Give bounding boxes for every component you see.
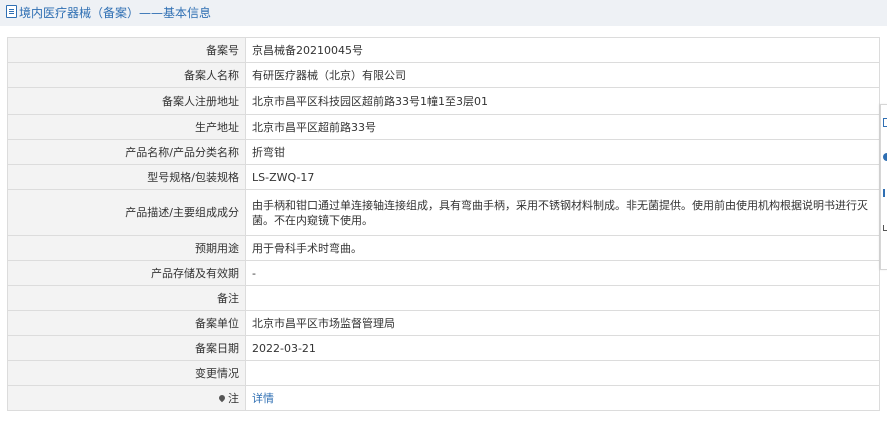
details-link[interactable]: 详情 bbox=[252, 392, 274, 405]
page-title: 境内医疗器械（备案）——基本信息 bbox=[6, 5, 211, 21]
row-value: 2022-03-21 bbox=[245, 335, 880, 361]
table-row: 预期用途 用于骨科手术时弯曲。 bbox=[7, 235, 880, 261]
row-label: 注 bbox=[228, 391, 239, 405]
page-header-bar: 境内医疗器械（备案）——基本信息 bbox=[0, 0, 887, 26]
table-row: 备案号 京昌械备20210045号 bbox=[7, 37, 880, 63]
table-row: 备案人名称 有研医疗器械（北京）有限公司 bbox=[7, 62, 880, 88]
table-row: 产品描述/主要组成成分 由手柄和钳口通过单连接轴连接组成，具有弯曲手柄，采用不锈… bbox=[7, 189, 880, 236]
row-label: 备案号 bbox=[7, 37, 246, 63]
row-label: 产品存储及有效期 bbox=[7, 260, 246, 286]
row-label: 预期用途 bbox=[7, 235, 246, 261]
row-value: 有研医疗器械（北京）有限公司 bbox=[245, 62, 880, 88]
side-top-icon[interactable] bbox=[883, 225, 887, 231]
row-label: 备案人名称 bbox=[7, 62, 246, 88]
table-row: 型号规格/包装规格 LS-ZWQ-17 bbox=[7, 164, 880, 190]
row-value bbox=[245, 285, 880, 311]
row-label: 备注 bbox=[7, 285, 246, 311]
table-row: 注 详情 bbox=[7, 385, 880, 411]
row-label: 备案单位 bbox=[7, 310, 246, 336]
pin-icon bbox=[217, 393, 227, 402]
side-document-icon[interactable] bbox=[883, 118, 887, 127]
document-icon bbox=[6, 5, 17, 18]
table-row: 备案单位 北京市昌平区市场监督管理局 bbox=[7, 310, 880, 336]
side-toolbar bbox=[880, 104, 887, 270]
row-label: 备案人注册地址 bbox=[7, 87, 246, 115]
row-value bbox=[245, 360, 880, 386]
row-value: 北京市昌平区市场监督管理局 bbox=[245, 310, 880, 336]
table-row: 产品存储及有效期 - bbox=[7, 260, 880, 286]
table-row: 生产地址 北京市昌平区超前路33号 bbox=[7, 114, 880, 140]
row-value: - bbox=[245, 260, 880, 286]
row-value: LS-ZWQ-17 bbox=[245, 164, 880, 190]
row-value: 由手柄和钳口通过单连接轴连接组成，具有弯曲手柄，采用不锈钢材料制成。非无菌提供。… bbox=[245, 189, 880, 236]
table-row: 备案人注册地址 北京市昌平区科技园区超前路33号1幢1至3层01 bbox=[7, 87, 880, 115]
table-row: 变更情况 bbox=[7, 360, 880, 386]
row-label: 生产地址 bbox=[7, 114, 246, 140]
row-value: 京昌械备20210045号 bbox=[245, 37, 880, 63]
table-row: 备案日期 2022-03-21 bbox=[7, 335, 880, 361]
row-label: 产品描述/主要组成成分 bbox=[7, 189, 246, 236]
row-value: 北京市昌平区科技园区超前路33号1幢1至3层01 bbox=[245, 87, 880, 115]
row-value: 折弯钳 bbox=[245, 139, 880, 165]
side-message-icon[interactable] bbox=[883, 189, 887, 197]
row-value: 北京市昌平区超前路33号 bbox=[245, 114, 880, 140]
table-row: 备注 bbox=[7, 285, 880, 311]
side-circle-icon[interactable] bbox=[883, 153, 887, 161]
note-label-cell: 注 bbox=[7, 385, 246, 411]
table-row: 产品名称/产品分类名称 折弯钳 bbox=[7, 139, 880, 165]
row-value: 详情 bbox=[245, 385, 880, 411]
page-title-text: 境内医疗器械（备案）——基本信息 bbox=[19, 6, 212, 20]
row-label: 备案日期 bbox=[7, 335, 246, 361]
row-label: 产品名称/产品分类名称 bbox=[7, 139, 246, 165]
row-label: 型号规格/包装规格 bbox=[7, 164, 246, 190]
basic-info-table: 备案号 京昌械备20210045号 备案人名称 有研医疗器械（北京）有限公司 备… bbox=[7, 37, 880, 411]
row-value: 用于骨科手术时弯曲。 bbox=[245, 235, 880, 261]
row-label: 变更情况 bbox=[7, 360, 246, 386]
